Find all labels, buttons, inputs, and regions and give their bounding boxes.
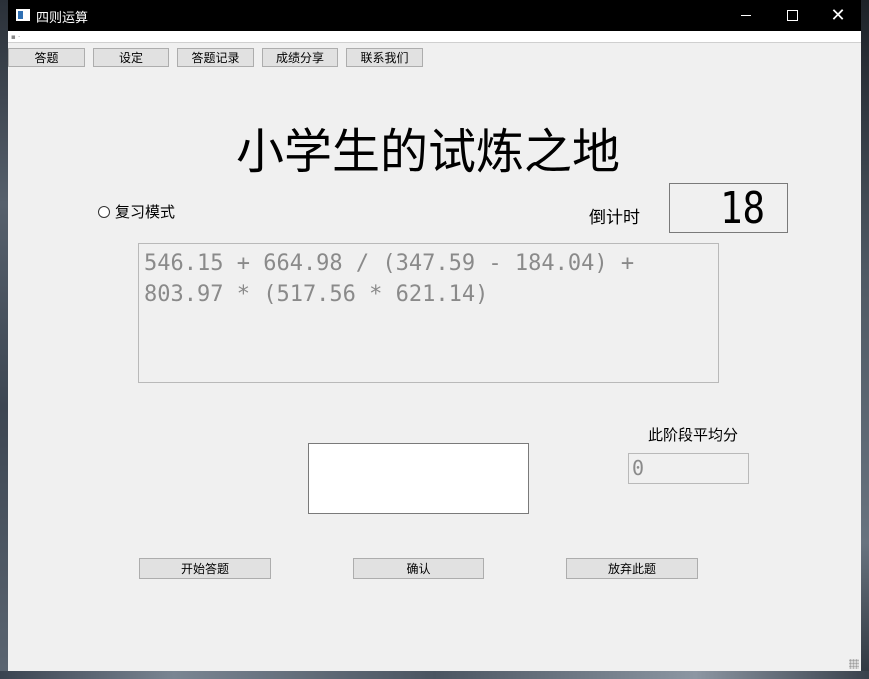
title-bar[interactable]: 四则运算 ✕ [8,0,861,31]
resize-grip-icon[interactable] [849,659,859,669]
answer-input[interactable] [308,443,529,514]
desktop-background-left [0,0,8,679]
radio-icon[interactable] [98,205,110,218]
maximize-button[interactable] [769,0,815,31]
question-display: 546.15 + 664.98 / (347.59 - 184.04) + 80… [138,243,719,383]
average-score-value: 0 [628,453,749,484]
nav-button-settings[interactable]: 设定 [93,48,169,67]
app-icon [16,9,30,21]
question-line-1: 546.15 + 664.98 / (347.59 - 184.04) + [144,251,635,276]
desktop-background-bottom [0,671,869,679]
review-mode-label: 复习模式 [115,203,176,221]
menu-grip-icon: ▪ · [11,33,21,41]
minimize-icon [741,15,751,16]
confirm-button[interactable]: 确认 [353,558,484,579]
close-icon: ✕ [830,5,846,26]
nav-button-answer[interactable]: 答题 [8,48,85,67]
review-mode-radio[interactable]: 复习模式 [98,201,175,222]
countdown-label: 倒计时 [589,208,640,228]
average-score-label: 此阶段平均分 [648,426,739,444]
skip-button[interactable]: 放弃此题 [566,558,698,579]
desktop-background-right [861,0,869,679]
page-title: 小学生的试炼之地 [235,124,620,180]
menu-strip: ▪ · [8,31,861,43]
window-title: 四则运算 [36,11,89,26]
app-window: 四则运算 ✕ ▪ · 答题 设定 答题记录 成绩分享 联系我们 小学生的试炼之地… [8,0,861,671]
countdown-display: 18 [669,183,788,234]
maximize-icon [786,10,798,21]
close-button[interactable]: ✕ [815,0,861,31]
nav-button-share[interactable]: 成绩分享 [262,48,338,67]
question-line-2: 803.97 * (517.56 * 621.14) [144,282,489,307]
nav-button-history[interactable]: 答题记录 [177,48,254,67]
start-button[interactable]: 开始答题 [139,558,271,579]
nav-button-contact[interactable]: 联系我们 [346,48,423,67]
countdown-value: 18 [719,183,765,234]
minimize-button[interactable] [723,0,769,31]
